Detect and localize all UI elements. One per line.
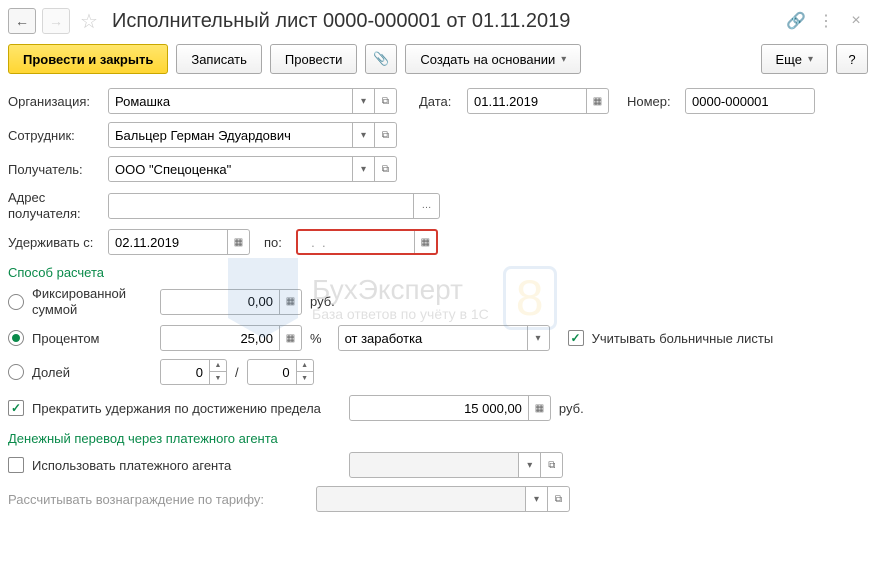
- open-icon[interactable]: ⧉: [375, 88, 397, 114]
- dropdown-icon[interactable]: ▾: [528, 325, 550, 351]
- date-label: Дата:: [419, 94, 459, 109]
- calc-method-title: Способ расчета: [8, 265, 868, 280]
- dropdown-icon[interactable]: ▾: [353, 156, 375, 182]
- agent-tariff-label: Рассчитывать вознаграждение по тарифу:: [8, 492, 308, 507]
- rubles-label: руб.: [310, 294, 335, 309]
- post-button[interactable]: Провести: [270, 44, 358, 74]
- stop-on-limit-checkbox[interactable]: [8, 400, 24, 416]
- fraction-label: Долей: [32, 365, 152, 380]
- create-based-button[interactable]: Создать на основании: [405, 44, 581, 74]
- limit-amount-field[interactable]: ▦: [349, 395, 551, 421]
- fixed-amount-field[interactable]: ▦: [160, 289, 302, 315]
- date-to-field[interactable]: ▦: [296, 229, 438, 255]
- recipient-address-label: Адресполучателя:: [8, 190, 100, 221]
- dropdown-icon[interactable]: ▾: [353, 88, 375, 114]
- fraction-num-input[interactable]: [160, 359, 210, 385]
- recipient-field[interactable]: ▾ ⧉: [108, 156, 397, 182]
- recipient-address-field[interactable]: …: [108, 193, 440, 219]
- date-from-input[interactable]: [108, 229, 228, 255]
- post-and-close-button[interactable]: Провести и закрыть: [8, 44, 168, 74]
- attach-button[interactable]: 📎: [365, 44, 397, 74]
- calendar-icon[interactable]: ▦: [587, 88, 609, 114]
- employee-field[interactable]: ▾ ⧉: [108, 122, 397, 148]
- organization-input[interactable]: [108, 88, 353, 114]
- consider-sick-label: Учитывать больничные листы: [592, 331, 774, 346]
- slash: /: [235, 365, 239, 380]
- agent-field[interactable]: ▾ ⧉: [349, 452, 563, 478]
- recipient-input[interactable]: [108, 156, 353, 182]
- more-button[interactable]: Еще: [761, 44, 828, 74]
- date-field[interactable]: ▦: [467, 88, 609, 114]
- fraction-num-field[interactable]: ▲▼: [160, 359, 227, 385]
- dropdown-icon[interactable]: ▾: [526, 486, 548, 512]
- organization-label: Организация:: [8, 94, 100, 109]
- fixed-sum-radio[interactable]: [8, 294, 24, 310]
- stepper[interactable]: ▲▼: [297, 359, 314, 385]
- employee-input[interactable]: [108, 122, 353, 148]
- calendar-icon[interactable]: ▦: [414, 231, 436, 253]
- calendar-icon[interactable]: ▦: [228, 229, 250, 255]
- kebab-icon[interactable]: ⋮: [814, 9, 838, 33]
- calc-icon[interactable]: ▦: [529, 395, 551, 421]
- save-button[interactable]: Записать: [176, 44, 262, 74]
- number-input[interactable]: [685, 88, 815, 114]
- help-button[interactable]: ?: [836, 44, 868, 74]
- organization-field[interactable]: ▾ ⧉: [108, 88, 397, 114]
- tariff-field[interactable]: ▾ ⧉: [316, 486, 570, 512]
- toolbar: Провести и закрыть Записать Провести 📎 С…: [8, 44, 868, 74]
- date-input[interactable]: [467, 88, 587, 114]
- use-agent-label: Использовать платежного агента: [32, 458, 231, 473]
- stop-on-limit-label: Прекратить удержания по достижению преде…: [32, 401, 321, 416]
- percent-sign: %: [310, 331, 322, 346]
- number-label: Номер:: [627, 94, 677, 109]
- employee-label: Сотрудник:: [8, 128, 100, 143]
- stepper[interactable]: ▲▼: [210, 359, 227, 385]
- fixed-amount-input[interactable]: [160, 289, 280, 315]
- use-agent-checkbox[interactable]: [8, 457, 24, 473]
- percent-base-field[interactable]: ▾: [338, 325, 550, 351]
- percent-value-input[interactable]: [160, 325, 280, 351]
- open-icon[interactable]: ⧉: [548, 486, 570, 512]
- forward-button[interactable]: →: [42, 8, 70, 34]
- recipient-label: Получатель:: [8, 162, 100, 177]
- open-icon[interactable]: ⧉: [375, 156, 397, 182]
- close-icon[interactable]: ×: [844, 9, 868, 33]
- to-label: по:: [264, 235, 282, 250]
- dropdown-icon[interactable]: ▾: [353, 122, 375, 148]
- open-icon[interactable]: ⧉: [375, 122, 397, 148]
- date-to-input[interactable]: [298, 231, 414, 253]
- page-title: Исполнительный лист 0000-000001 от 01.11…: [108, 10, 778, 33]
- agent-input[interactable]: [349, 452, 519, 478]
- percent-base-input[interactable]: [338, 325, 528, 351]
- fraction-den-input[interactable]: [247, 359, 297, 385]
- open-icon[interactable]: ⧉: [541, 452, 563, 478]
- recipient-address-input[interactable]: [108, 193, 414, 219]
- favorite-icon[interactable]: ☆: [76, 8, 102, 34]
- tariff-input[interactable]: [316, 486, 526, 512]
- fraction-radio[interactable]: [8, 364, 24, 380]
- percent-value-field[interactable]: ▦: [160, 325, 302, 351]
- window-header: ← → ☆ Исполнительный лист 0000-000001 от…: [8, 8, 868, 34]
- rubles-label: руб.: [559, 401, 584, 416]
- ellipsis-icon[interactable]: …: [414, 193, 440, 219]
- transfer-section-title: Денежный перевод через платежного агента: [8, 431, 868, 446]
- calc-icon[interactable]: ▦: [280, 325, 302, 351]
- consider-sick-checkbox[interactable]: [568, 330, 584, 346]
- fixed-sum-label: Фиксированнойсуммой: [32, 286, 152, 317]
- percent-label: Процентом: [32, 331, 152, 346]
- date-from-field[interactable]: ▦: [108, 229, 250, 255]
- withhold-from-label: Удерживать с:: [8, 235, 100, 250]
- limit-amount-input[interactable]: [349, 395, 529, 421]
- calc-icon[interactable]: ▦: [280, 289, 302, 315]
- link-icon[interactable]: 🔗: [784, 9, 808, 33]
- paperclip-icon: 📎: [373, 51, 389, 67]
- fraction-den-field[interactable]: ▲▼: [247, 359, 314, 385]
- dropdown-icon[interactable]: ▾: [519, 452, 541, 478]
- back-button[interactable]: ←: [8, 8, 36, 34]
- percent-radio[interactable]: [8, 330, 24, 346]
